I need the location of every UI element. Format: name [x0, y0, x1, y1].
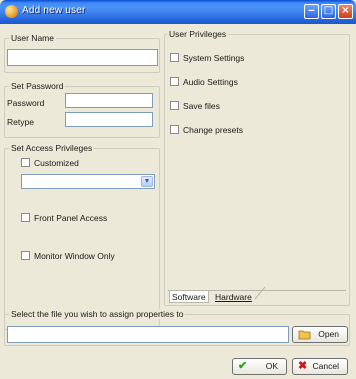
ok-button[interactable]: ✔ OK: [232, 358, 287, 375]
ok-button-label: OK: [265, 361, 278, 371]
title-bar[interactable]: Add new user ‒ □ ×: [0, 0, 356, 24]
privilege-label-1: Audio Settings: [183, 77, 238, 87]
front-panel-label: Front Panel Access: [34, 213, 108, 223]
checkmark-icon: ✔: [238, 360, 248, 372]
access-level-dropdown[interactable]: ▼: [21, 174, 155, 189]
privilege-label-3: Change presets: [183, 125, 244, 135]
cross-icon: ✖: [298, 360, 308, 372]
password-input[interactable]: [65, 93, 153, 108]
front-panel-checkbox[interactable]: [21, 213, 30, 222]
open-button[interactable]: Open: [292, 326, 348, 343]
tab-hardware[interactable]: Hardware: [213, 291, 254, 303]
user-privileges-group-label: User Privileges: [167, 29, 229, 39]
access-privileges-group-label: Set Access Privileges: [9, 143, 95, 153]
add-user-dialog: Add new user ‒ □ × User Name Set Passwor…: [0, 0, 356, 379]
close-icon[interactable]: ×: [338, 4, 353, 19]
open-button-label: Open: [318, 329, 339, 339]
file-path-input[interactable]: [7, 326, 289, 343]
user-name-group-label: User Name: [9, 33, 56, 43]
user-privileges-group: User Privileges: [164, 29, 350, 306]
customized-label: Customized: [34, 158, 79, 168]
set-password-group-label: Set Password: [9, 81, 66, 91]
chevron-down-icon[interactable]: ▼: [141, 176, 153, 187]
privilege-label-0: System Settings: [183, 53, 245, 63]
privilege-label-2: Save files: [183, 101, 220, 111]
privilege-checkbox-0[interactable]: [170, 53, 179, 62]
user-name-input[interactable]: [7, 49, 158, 66]
app-icon: [5, 5, 18, 18]
file-select-group-label: Select the file you wish to assign prope…: [9, 309, 186, 319]
privilege-checkbox-3[interactable]: [170, 125, 179, 134]
password-label: Password: [7, 98, 45, 108]
tab-software[interactable]: Software: [169, 291, 209, 303]
retype-input[interactable]: [65, 112, 153, 127]
privilege-checkbox-1[interactable]: [170, 77, 179, 86]
privilege-checkbox-2[interactable]: [170, 101, 179, 110]
cancel-button[interactable]: ✖ Cancel: [292, 358, 348, 375]
window-title: Add new user: [22, 5, 86, 16]
monitor-window-checkbox[interactable]: [21, 251, 30, 260]
tab-edge: [254, 286, 266, 300]
maximize-icon[interactable]: □: [321, 4, 336, 19]
customized-checkbox[interactable]: [21, 158, 30, 167]
folder-icon: [298, 327, 312, 342]
monitor-window-label: Monitor Window Only: [34, 251, 115, 261]
cancel-button-label: Cancel: [312, 361, 339, 371]
retype-label: Retype: [7, 117, 34, 127]
minimize-icon[interactable]: ‒: [304, 4, 319, 19]
